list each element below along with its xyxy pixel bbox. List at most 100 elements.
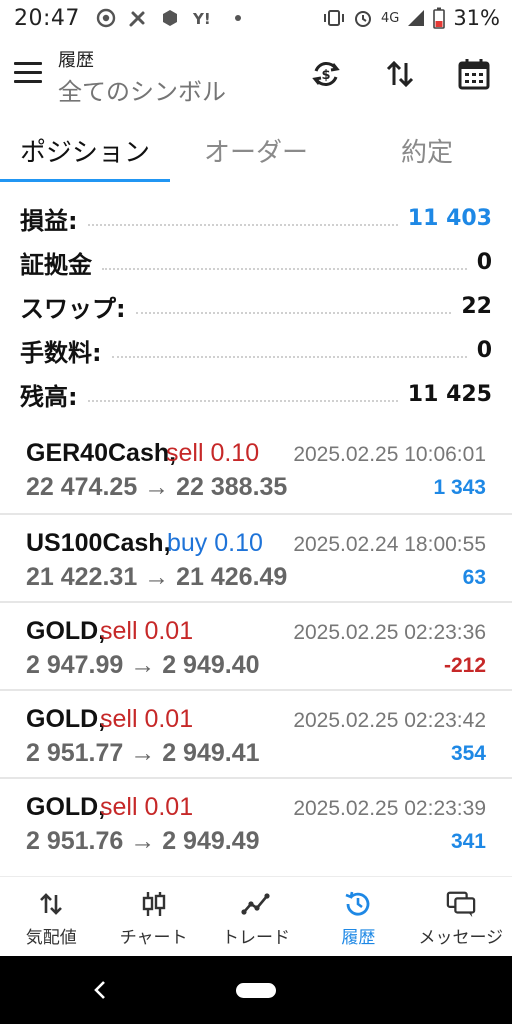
bottom-navigation: 気配値 チャート トレード 履歴 メッセージ [0, 876, 512, 956]
sort-icon [386, 60, 414, 88]
system-navigation-bar [0, 956, 512, 1024]
tab-label: ポジション [19, 138, 150, 168]
dotted-leader [102, 268, 467, 270]
summary-row-margin: 証拠金 0 [0, 240, 512, 284]
list-item[interactable]: US100Cash, buy 0.10 2025.02.24 18:00:55 … [0, 513, 512, 601]
status-bar: 20:47 Y! 4G 31% [0, 0, 512, 36]
deal-time: 2025.02.25 02:23:36 [293, 621, 486, 644]
tab-orders[interactable]: オーダー [170, 124, 342, 182]
deal-side: sell 0.01 [100, 705, 194, 733]
list-item[interactable]: GER40Cash, sell 0.10 2025.02.25 10:06:01… [0, 425, 512, 513]
alarm-icon [354, 11, 371, 27]
deal-side: sell 0.10 [166, 439, 260, 467]
trade-icon [241, 889, 271, 919]
nav-trade[interactable]: トレード [205, 877, 307, 956]
deals-list: GER40Cash, sell 0.10 2025.02.25 10:06:01… [0, 425, 512, 865]
tab-active-indicator [0, 179, 170, 182]
deal-prices: 2 951.76 → 2 949.49 [26, 827, 260, 855]
summary-value: 11 425 [407, 381, 492, 407]
dotted-leader [87, 224, 398, 226]
nav-messages[interactable]: メッセージ [410, 877, 512, 956]
summary-value: 11 403 [407, 205, 492, 231]
summary-label: 損益: [20, 206, 78, 235]
deal-symbol: GOLD, [26, 617, 106, 645]
nav-quotes[interactable]: 気配値 [0, 877, 102, 956]
symbol-filter[interactable]: 全てのシンボル [58, 72, 226, 107]
svg-text:$: $ [322, 68, 331, 83]
dotted-leader [87, 400, 398, 402]
home-button[interactable] [236, 983, 276, 998]
svg-text:Y!: Y! [192, 10, 211, 28]
deal-profit: 341 [450, 830, 486, 853]
deal-prices: 2 951.77 → 2 949.41 [26, 739, 260, 767]
calendar-icon [458, 59, 490, 90]
status-right: 4G 31% [323, 6, 500, 30]
history-icon [343, 889, 373, 919]
messages-icon [446, 889, 476, 919]
deal-prices: 21 422.31 → 21 426.49 [26, 563, 288, 591]
sort-button[interactable] [380, 54, 420, 94]
notification-icons: Y! [96, 8, 242, 28]
deal-symbol: GER40Cash, [26, 439, 177, 467]
battery-percent: 31% [453, 6, 500, 30]
deal-profit: 1 343 [433, 476, 486, 499]
yahoo-icon: Y! [192, 10, 211, 28]
dot-icon [234, 15, 241, 21]
page-title: 履歴 [58, 50, 94, 71]
deal-time: 2025.02.25 02:23:39 [293, 797, 486, 820]
menu-icon[interactable] [14, 62, 42, 84]
dotted-leader [135, 312, 452, 314]
cube-icon [162, 10, 177, 26]
app-header: 履歴 全てのシンボル $ [0, 40, 512, 112]
deal-symbol: GOLD, [26, 705, 106, 733]
summary-row-profit: 損益: 11 403 [0, 196, 512, 240]
summary-row-swap: スワップ: 22 [0, 284, 512, 328]
summary-panel: 損益: 11 403 証拠金 0 スワップ: 22 手数料: 0 残高: 11 … [0, 196, 512, 416]
summary-label: スワップ: [20, 294, 126, 323]
tab-deals[interactable]: 約定 [342, 124, 512, 182]
calendar-button[interactable] [454, 54, 494, 94]
summary-label: 手数料: [20, 338, 102, 367]
deal-prices: 22 474.25 → 22 388.35 [26, 473, 288, 501]
nav-label: 履歴 [341, 928, 376, 948]
deal-profit: -212 [443, 654, 486, 677]
deal-prices: 2 947.99 → 2 949.40 [26, 651, 260, 679]
sync-button[interactable]: $ [306, 54, 346, 94]
battery-icon [433, 7, 446, 29]
candlestick-icon [139, 889, 169, 919]
status-time: 20:47 [14, 5, 80, 31]
tab-bar: ポジション オーダー 約定 [0, 124, 512, 182]
deal-side: sell 0.01 [100, 793, 194, 821]
nav-label: チャート [119, 928, 188, 948]
network-type: 4G [380, 10, 400, 26]
deal-side: sell 0.01 [100, 617, 194, 645]
nav-chart[interactable]: チャート [102, 877, 204, 956]
nav-label: メッセージ [418, 928, 504, 948]
deal-profit: 354 [450, 742, 486, 765]
vibrate-icon [323, 10, 344, 26]
summary-label: 証拠金 [20, 250, 92, 279]
nav-label: 気配値 [25, 928, 77, 948]
deal-symbol: US100Cash, [26, 529, 171, 557]
signal-icon [408, 10, 425, 26]
sync-icon: $ [312, 62, 340, 86]
chrome-icon [96, 8, 116, 28]
tab-positions[interactable]: ポジション [0, 124, 170, 182]
back-icon[interactable] [90, 978, 110, 1002]
deal-time: 2025.02.24 18:00:55 [293, 533, 486, 556]
list-item[interactable]: GOLD, sell 0.01 2025.02.25 02:23:42 2 95… [0, 689, 512, 777]
nav-history[interactable]: 履歴 [307, 877, 409, 956]
summary-value: 0 [476, 337, 492, 363]
deal-side: buy 0.10 [167, 529, 263, 557]
tools-icon [129, 11, 145, 27]
list-item[interactable]: GOLD, sell 0.01 2025.02.25 02:23:39 2 95… [0, 777, 512, 865]
list-item[interactable]: GOLD, sell 0.01 2025.02.25 02:23:36 2 94… [0, 601, 512, 689]
deal-profit: 63 [462, 566, 486, 589]
dotted-leader [111, 356, 467, 358]
deal-symbol: GOLD, [26, 793, 106, 821]
summary-row-commission: 手数料: 0 [0, 328, 512, 372]
summary-value: 22 [461, 293, 492, 319]
tab-label: 約定 [400, 138, 453, 168]
nav-label: トレード [222, 928, 291, 948]
tab-label: オーダー [203, 138, 308, 168]
